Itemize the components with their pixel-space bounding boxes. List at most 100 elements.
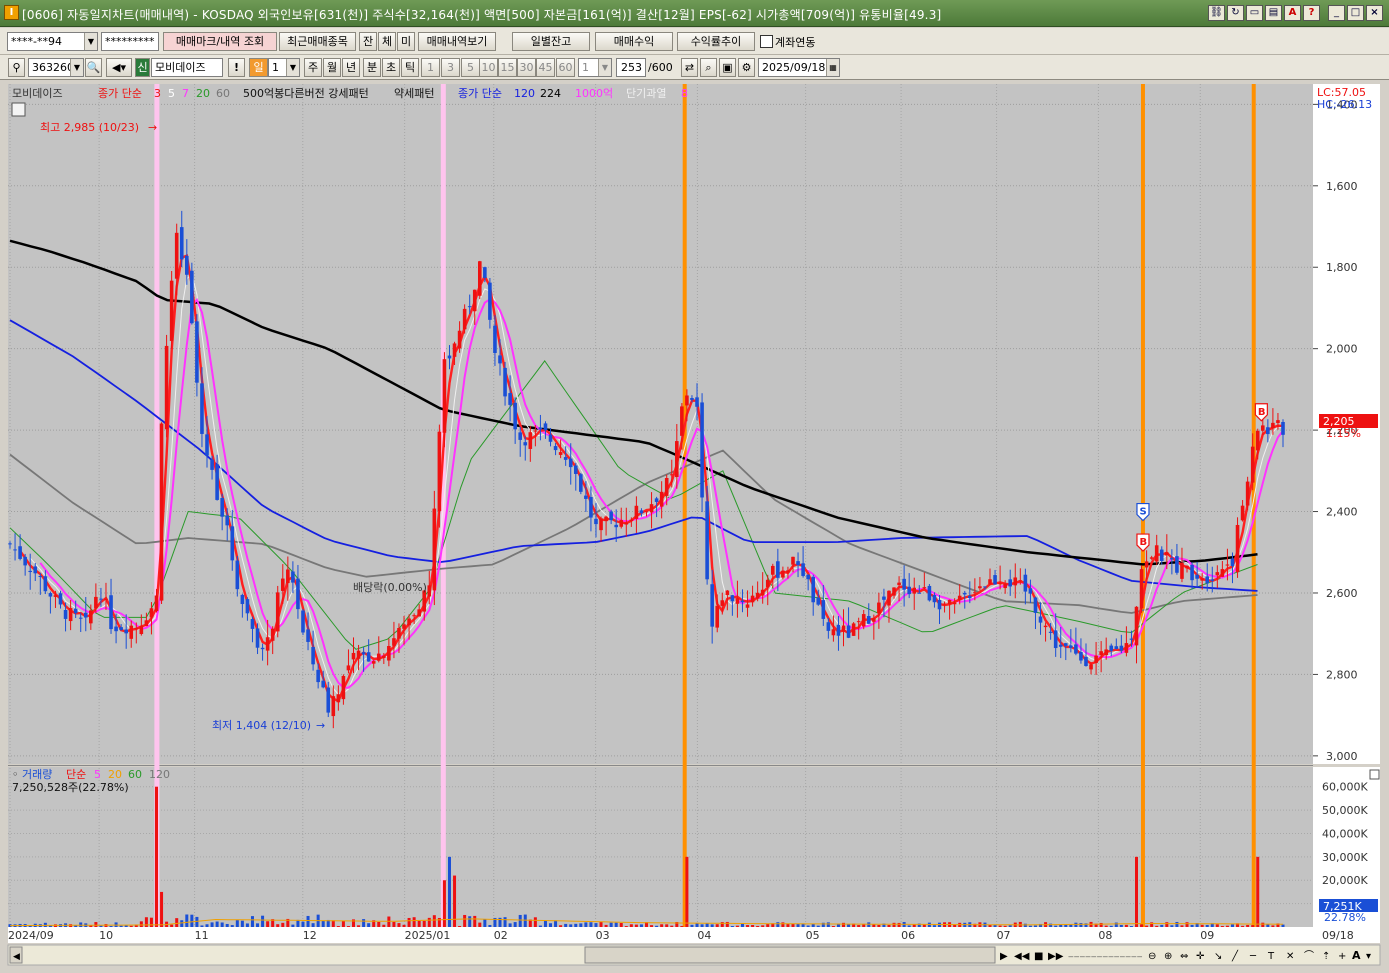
period-minute[interactable]: 분	[363, 58, 381, 77]
arrow-up-icon[interactable]: ⇡	[1322, 951, 1330, 962]
price-tick-label: 1,600	[1326, 180, 1358, 193]
code-field[interactable]: 363260 ▼	[28, 58, 84, 77]
font-icon[interactable]: A	[1284, 5, 1301, 21]
return-trend-button[interactable]: 수익률추이	[677, 32, 755, 51]
candle-body	[1149, 557, 1154, 559]
candle-body	[301, 610, 305, 633]
candle-body	[518, 432, 523, 440]
interval-select[interactable]: 1 ▼	[578, 58, 612, 77]
window-icon[interactable]: ▤	[1265, 5, 1282, 21]
date-field[interactable]: 2025/09/18 ▦	[758, 58, 840, 77]
arrows-icon[interactable]: ⇄	[681, 58, 698, 77]
interval-3[interactable]: 3	[441, 58, 460, 77]
volume-panel-menu-icon[interactable]	[1369, 769, 1380, 780]
recent-trades-button[interactable]: 최근매매종목	[279, 32, 356, 51]
hline-icon[interactable]: ─	[1249, 951, 1257, 962]
volume-bar	[357, 925, 361, 927]
account-select[interactable]: ****-**94 ▼	[7, 32, 98, 51]
tab-balance[interactable]: 잔	[359, 32, 377, 51]
rewind-icon[interactable]: ◀◀	[1014, 951, 1030, 962]
trade-history-button[interactable]: 매매내역보기	[418, 32, 496, 51]
text-tool-icon[interactable]: T	[1267, 951, 1275, 962]
period-second[interactable]: 초	[382, 58, 400, 77]
volume-bar	[746, 925, 750, 927]
stock-name-field[interactable]: 모비데이즈	[151, 58, 223, 77]
play-icon[interactable]: ▶	[1000, 951, 1008, 962]
daily-balance-button[interactable]: 일별잔고	[512, 32, 590, 51]
volume-bar	[422, 920, 426, 927]
interval-5[interactable]: 5	[461, 58, 480, 77]
screen-icon[interactable]: ▭	[1246, 5, 1263, 21]
interval-30[interactable]: 30	[517, 58, 536, 77]
gear-icon[interactable]: ⚙	[738, 58, 755, 77]
tab-executed[interactable]: 체	[378, 32, 396, 51]
interval-10[interactable]: 10	[479, 58, 498, 77]
erase-icon[interactable]: ✕	[1286, 951, 1294, 962]
save-icon[interactable]: ▣	[719, 58, 736, 77]
line-icon[interactable]: ╱	[1231, 949, 1239, 962]
date-tick-label: 11	[195, 929, 209, 942]
period-year[interactable]: 년	[342, 58, 360, 77]
minimize-icon[interactable]: _	[1328, 5, 1345, 21]
period-tick[interactable]: 틱	[401, 58, 419, 77]
candle-body	[1200, 578, 1204, 581]
calendar-icon[interactable]: ▦	[826, 59, 839, 76]
scroll-thumb[interactable]	[584, 946, 996, 964]
table-icon[interactable]	[11, 102, 26, 117]
refresh-icon[interactable]: ↻	[1227, 5, 1244, 21]
period-month[interactable]: 월	[323, 58, 341, 77]
price-chart[interactable]: SBB 3,0002,8002,6002,4002,2002,0001,8001…	[0, 81, 1389, 970]
volume-bar	[1033, 925, 1037, 927]
candle-body	[134, 627, 139, 629]
interval-1[interactable]: 1	[421, 58, 440, 77]
interval-45[interactable]: 45	[536, 58, 555, 77]
alert-icon[interactable]: !	[228, 58, 245, 77]
tab-unfilled[interactable]: 미	[397, 32, 415, 51]
candle-body	[548, 434, 553, 442]
volume-bar	[1135, 856, 1139, 927]
magnet-icon[interactable]: ⌒	[1304, 950, 1314, 962]
chevron-down-icon[interactable]: ▼	[286, 59, 299, 76]
period-number[interactable]: 1 ▼	[268, 58, 300, 77]
trade-profit-button[interactable]: 매매수익	[595, 32, 673, 51]
fit-icon[interactable]: ⇔	[1180, 951, 1188, 962]
period-daily[interactable]: 일	[249, 58, 268, 77]
password-field[interactable]: *********	[101, 32, 159, 51]
chart-area[interactable]: SBB 3,000 2,800 2,600 2,400 2,200 2,000 1,800 1…	[0, 81, 1389, 970]
close-icon[interactable]: ×	[1366, 5, 1383, 21]
speaker-icon[interactable]: ◀▾	[106, 58, 132, 77]
pin-icon[interactable]: ⚲	[8, 58, 25, 77]
zoom-in-icon[interactable]: ⊕	[1164, 951, 1172, 962]
help-icon[interactable]: ?	[1303, 5, 1320, 21]
plus-icon[interactable]: +	[1338, 951, 1346, 962]
trade-mark-lookup-button[interactable]: 매매마크/내역 조회	[163, 32, 277, 51]
chevron-down-icon[interactable]: ▼	[598, 59, 611, 76]
settings-icon[interactable]: ▾	[1366, 951, 1371, 962]
zoom-out-icon[interactable]: ⊖	[1148, 951, 1156, 962]
candle-body	[205, 434, 209, 456]
candle-body	[1154, 545, 1159, 562]
draw-icon[interactable]: ↘	[1214, 951, 1222, 962]
volume-bar	[377, 921, 381, 927]
interval-60[interactable]: 60	[556, 58, 575, 77]
crosshair-icon[interactable]: ✛	[1196, 951, 1205, 962]
chevron-down-icon[interactable]: ▼	[70, 59, 83, 76]
maximize-icon[interactable]: □	[1347, 5, 1364, 21]
candle-body	[235, 560, 240, 590]
search-icon[interactable]: 🔍	[85, 58, 102, 77]
candle-body	[1069, 645, 1073, 648]
link-icon[interactable]: ⛓	[1208, 5, 1225, 21]
account-link-checkbox[interactable]	[760, 35, 773, 48]
period-week[interactable]: 주	[304, 58, 322, 77]
stop-icon[interactable]: ■	[1034, 951, 1043, 962]
zoom-icon[interactable]: ⌕	[700, 58, 717, 77]
window-titlebar[interactable]: I [0606] 자동일지차트(매매내역) - KOSDAQ 외국인보유[631…	[0, 0, 1389, 27]
forward-icon[interactable]: ▶▶	[1048, 951, 1064, 962]
count-field[interactable]: 253	[616, 58, 646, 77]
zoom-slider-icon[interactable]: ‒‒‒‒‒‒‒‒‒‒‒‒‒	[1068, 952, 1143, 962]
interval-15[interactable]: 15	[498, 58, 517, 77]
volume-bar	[200, 925, 204, 927]
chevron-down-icon[interactable]: ▼	[84, 33, 97, 50]
font-size-icon[interactable]: A	[1352, 949, 1361, 962]
candle-body	[129, 625, 134, 639]
